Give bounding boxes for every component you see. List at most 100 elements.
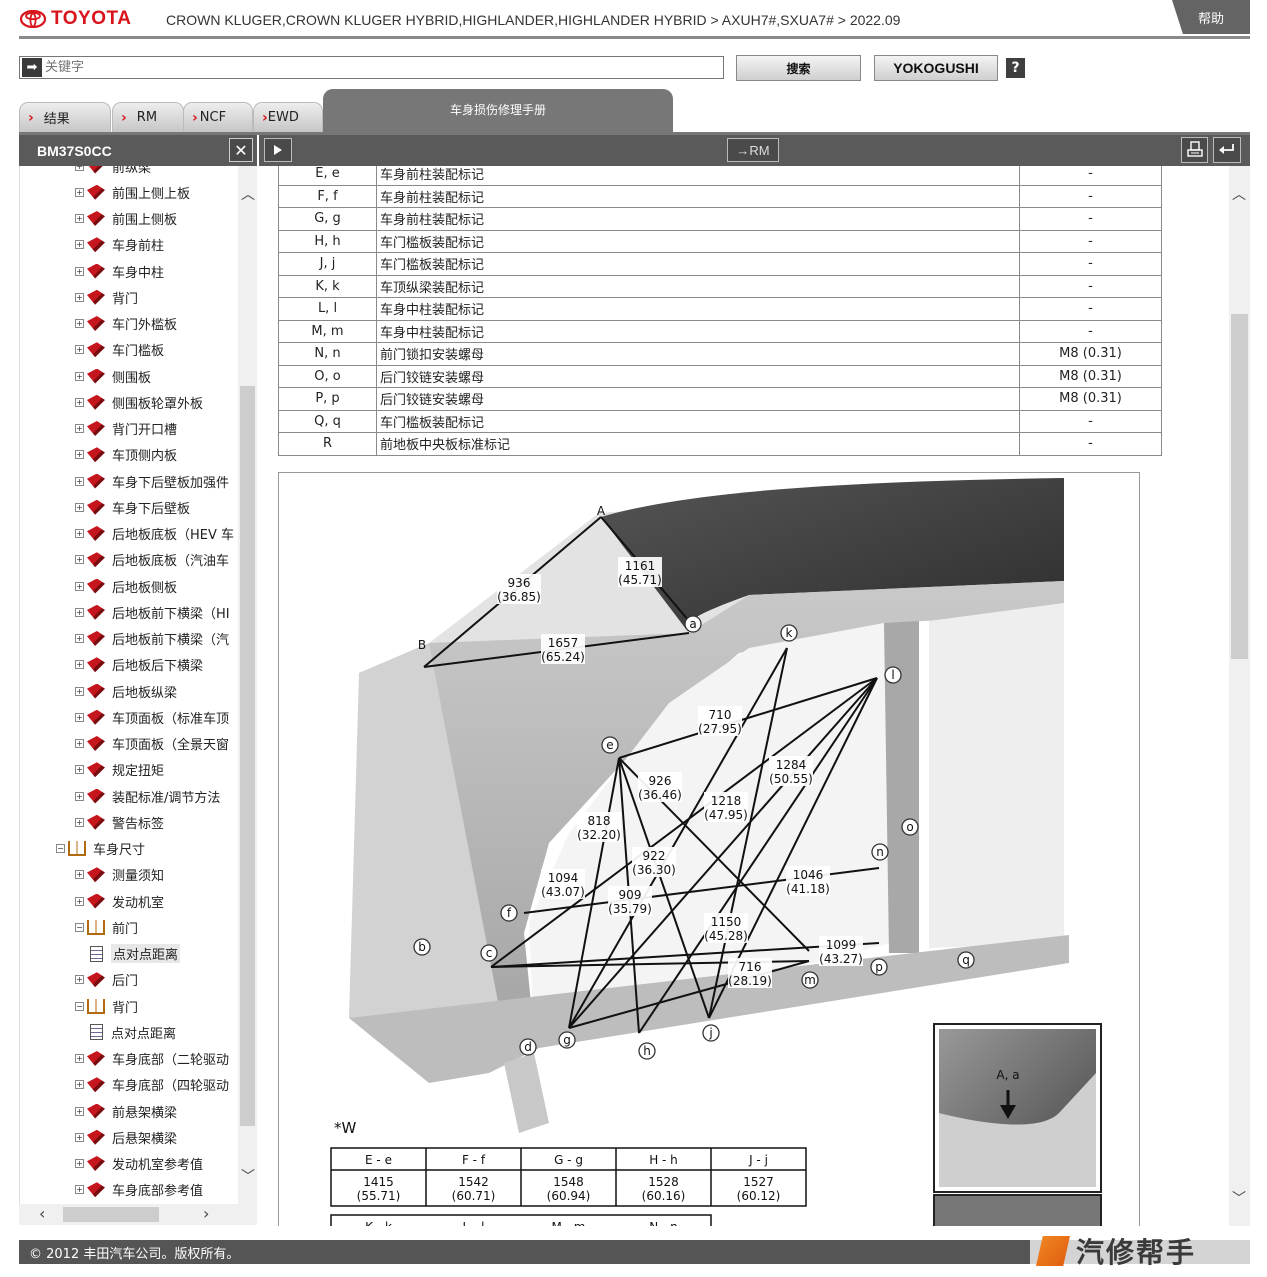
tree-item[interactable]: + 前纵梁 — [75, 166, 151, 177]
tree-item[interactable]: + 后地板侧板 — [75, 575, 177, 597]
tree-item[interactable]: + 警告标签 — [75, 811, 164, 833]
expand-icon[interactable]: + — [75, 1106, 84, 1116]
tree-item[interactable]: 点对点距离 — [90, 1021, 176, 1043]
collapse-icon[interactable]: − — [56, 844, 65, 853]
expand-icon[interactable]: + — [75, 765, 84, 775]
expand-pane-button[interactable] — [264, 138, 292, 162]
tree-item[interactable]: + 后地板底板（HEV 车 — [75, 523, 234, 545]
tree-item[interactable]: + 侧围板 — [75, 365, 151, 387]
print-button[interactable] — [1181, 137, 1208, 163]
tree-item[interactable]: + 车身下后壁板加强件 — [75, 470, 229, 492]
expand-icon[interactable]: + — [75, 1159, 84, 1168]
expand-icon[interactable]: + — [75, 581, 84, 591]
scroll-left-icon[interactable]: ‹ — [39, 1204, 45, 1223]
collapse-icon[interactable]: − — [75, 1001, 84, 1011]
expand-icon[interactable]: + — [75, 1080, 84, 1090]
expand-icon[interactable]: + — [75, 686, 84, 696]
collapse-icon[interactable]: − — [75, 922, 84, 932]
tree-item[interactable]: + 前围上侧板 — [75, 208, 177, 230]
tab-ewd[interactable]: › EWD — [253, 102, 323, 132]
toyota-logo[interactable]: TOYOTA — [20, 8, 131, 30]
tree-item[interactable]: + 后地板后下横梁 — [75, 654, 203, 676]
tree-item[interactable]: + 装配标准/调节方法 — [75, 785, 220, 807]
tab-ncf[interactable]: › NCF — [183, 102, 253, 132]
expand-icon[interactable]: + — [75, 975, 84, 985]
tab-results[interactable]: › 结果 — [19, 102, 111, 132]
expand-icon[interactable]: + — [75, 739, 84, 748]
search-button[interactable]: 搜索 — [736, 55, 861, 81]
expand-icon[interactable]: + — [75, 634, 84, 643]
tree-item[interactable]: + 后地板纵梁 — [75, 680, 177, 702]
tree-item[interactable]: + 车身下后壁板 — [75, 496, 190, 518]
expand-icon[interactable]: + — [75, 817, 84, 827]
tree-hscroll-thumb[interactable] — [63, 1207, 159, 1222]
tree-item[interactable]: + 车门槛板 — [75, 339, 164, 361]
tree-item[interactable]: + 背门 — [75, 286, 138, 308]
tree-item[interactable]: − 前门 — [75, 916, 138, 938]
tree-item[interactable]: + 后地板前下横梁（HI — [75, 601, 230, 623]
content-vertical-scrollbar[interactable]: ︿ ﹀ — [1229, 166, 1250, 1226]
expand-icon[interactable]: + — [75, 607, 84, 617]
tree-item[interactable]: + 侧围板轮罩外板 — [75, 391, 203, 413]
tree-item[interactable]: − 车身尺寸 — [56, 838, 145, 860]
expand-icon[interactable]: + — [75, 166, 84, 171]
content-scroll-thumb[interactable] — [1231, 314, 1248, 659]
tab-rm[interactable]: › RM — [112, 102, 184, 132]
expand-icon[interactable]: + — [75, 240, 84, 250]
tree-item[interactable]: + 后门 — [75, 969, 138, 991]
expand-icon[interactable]: + — [75, 660, 84, 670]
expand-icon[interactable]: + — [75, 397, 84, 407]
tree-vertical-scrollbar[interactable]: ︿ ﹀ — [238, 166, 257, 1204]
expand-icon[interactable]: + — [75, 555, 84, 565]
tree-item[interactable]: + 发动机室 — [75, 890, 164, 912]
expand-icon[interactable]: + — [75, 791, 84, 801]
expand-icon[interactable]: + — [75, 319, 84, 328]
question-help-icon[interactable]: ? — [1006, 58, 1025, 78]
tree-item[interactable]: − 背门 — [75, 995, 138, 1017]
tree-item[interactable]: + 测量须知 — [75, 864, 164, 886]
tree-item[interactable]: + 发动机室参考值 — [75, 1153, 203, 1175]
help-button[interactable]: 帮助 — [1172, 0, 1250, 34]
tree-item[interactable]: + 车顶面板（全景天窗 — [75, 733, 229, 755]
tab-body-repair-manual[interactable]: 车身损伤修理手册 — [323, 89, 673, 132]
tree-item[interactable]: + 车顶侧内板 — [75, 444, 177, 466]
search-input[interactable] — [45, 60, 705, 75]
tree-item[interactable]: + 车身底部（四轮驱动 — [75, 1074, 229, 1096]
expand-icon[interactable]: + — [75, 1132, 84, 1142]
expand-icon[interactable]: + — [75, 450, 84, 460]
yokogushi-button[interactable]: YOKOGUSHI — [874, 55, 998, 81]
expand-icon[interactable]: + — [75, 476, 84, 486]
tree-item[interactable]: + 后地板前下横梁（汽 — [75, 628, 229, 650]
expand-icon[interactable]: + — [75, 1054, 84, 1063]
scroll-down-icon[interactable]: ﹀ — [241, 1166, 255, 1186]
tree-item[interactable]: + 后悬架横梁 — [75, 1126, 177, 1148]
tree-item[interactable]: + 车身底部参考值 — [75, 1179, 203, 1201]
expand-icon[interactable]: + — [75, 187, 84, 197]
expand-icon[interactable]: + — [75, 502, 84, 512]
tree-horizontal-scrollbar[interactable]: ‹ › — [19, 1204, 257, 1225]
tree-item[interactable]: + 前悬架横梁 — [75, 1100, 177, 1122]
expand-icon[interactable]: + — [75, 1185, 84, 1195]
tree-item[interactable]: + 车身前柱 — [75, 234, 164, 256]
goto-rm-button[interactable]: →RM — [727, 138, 779, 162]
expand-icon[interactable]: + — [75, 371, 84, 381]
expand-icon[interactable]: + — [75, 896, 84, 906]
tree-scroll-thumb[interactable] — [240, 386, 255, 1126]
tree-item[interactable]: + 车门外槛板 — [75, 313, 177, 335]
expand-icon[interactable]: + — [75, 712, 84, 722]
expand-icon[interactable]: + — [75, 345, 84, 355]
expand-icon[interactable]: + — [75, 266, 84, 276]
tree-item[interactable]: 点对点距离 — [90, 943, 181, 965]
tree-item[interactable]: + 前围上侧上板 — [75, 181, 190, 203]
scroll-down-icon[interactable]: ﹀ — [1232, 1188, 1246, 1208]
tree-item[interactable]: + 后地板底板（汽油车 — [75, 549, 229, 571]
back-button[interactable] — [1213, 137, 1241, 163]
scroll-up-icon[interactable]: ︿ — [1232, 184, 1246, 204]
close-pane-button[interactable]: ✕ — [229, 138, 253, 162]
scroll-up-icon[interactable]: ︿ — [241, 184, 255, 204]
expand-icon[interactable]: + — [75, 529, 84, 538]
expand-icon[interactable]: + — [75, 424, 84, 433]
tree-item[interactable]: + 车顶面板（标准车顶 — [75, 706, 229, 728]
expand-icon[interactable]: + — [75, 292, 84, 302]
tree-item[interactable]: + 规定扭矩 — [75, 759, 164, 781]
